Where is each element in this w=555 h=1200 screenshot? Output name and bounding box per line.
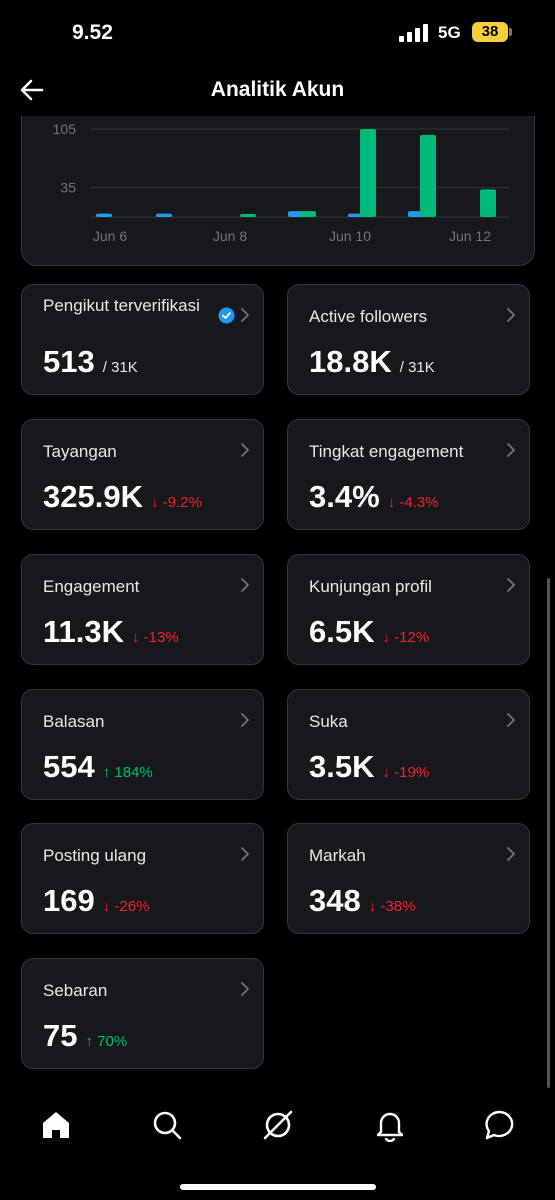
scrollbar[interactable]: [547, 578, 550, 1088]
metric-value-row: 169 ↓ -26%: [43, 884, 149, 924]
x-tick-label: Jun 8: [213, 228, 247, 244]
notifications-icon[interactable]: [373, 1108, 407, 1142]
metric-card[interactable]: Suka 3.5K ↓ -19%: [287, 689, 530, 800]
metric-label: Tayangan: [43, 442, 117, 461]
metric-value: 554: [43, 749, 95, 784]
network-type: 5G: [438, 23, 461, 42]
bar-green: [480, 189, 496, 217]
metric-card[interactable]: Pengikut terverifikasi 513 / 31K: [21, 284, 264, 395]
x-tick-label: Jun 6: [93, 228, 127, 244]
metric-change: ↓ -26%: [102, 898, 150, 915]
chevron-right-icon: [507, 443, 515, 457]
y-tick-label: 105: [53, 121, 77, 137]
metric-change: ↓ -4.3%: [387, 494, 439, 511]
metric-total: / 31K: [102, 359, 138, 376]
metric-change: ↑ 184%: [102, 764, 153, 781]
x-tick-label: Jun 10: [329, 228, 371, 244]
bar-green: [420, 134, 436, 217]
metric-value: 3.4%: [309, 479, 380, 514]
bar-green: [240, 214, 256, 217]
battery-cap: [509, 28, 512, 36]
chart-viewport: 105 35 Jun 6 Jun 8 Jun 10 Jun 12: [0, 116, 555, 266]
metric-value-row: 554 ↑ 184%: [43, 750, 153, 790]
metric-value: 11.3K: [43, 614, 125, 649]
messages-icon[interactable]: [483, 1108, 517, 1142]
chevron-right-icon: [241, 847, 249, 861]
metric-card[interactable]: Kunjungan profil 6.5K ↓ -12%: [287, 554, 530, 665]
chevron-right-icon: [241, 713, 249, 727]
signal-icon: [399, 24, 428, 42]
metric-value: 169: [43, 883, 95, 918]
metric-label: Balasan: [43, 712, 105, 731]
metric-card[interactable]: Sebaran 75 ↑ 70%: [21, 958, 264, 1069]
home-indicator: [180, 1184, 376, 1190]
metric-value-row: 325.9K ↓ -9.2%: [43, 480, 202, 520]
chart-card: 105 35 Jun 6 Jun 8 Jun 10 Jun 12: [21, 116, 535, 266]
metric-card[interactable]: Posting ulang 169 ↓ -26%: [21, 823, 264, 934]
metric-card[interactable]: Engagement 11.3K ↓ -13%: [21, 554, 264, 665]
metric-card[interactable]: Markah 348 ↓ -38%: [287, 823, 530, 934]
bar-green: [360, 129, 376, 217]
chevron-right-icon: [241, 982, 249, 996]
metric-card[interactable]: Active followers 18.8K / 31K: [287, 284, 530, 395]
metric-label: Markah: [309, 846, 366, 865]
metric-card[interactable]: Tayangan 325.9K ↓ -9.2%: [21, 419, 264, 530]
chevron-right-icon: [241, 443, 249, 457]
y-tick-label: 35: [60, 180, 76, 196]
metric-value-row: 3.4% ↓ -4.3%: [309, 480, 439, 520]
chevron-right-icon: [507, 847, 515, 861]
metric-value: 513: [43, 344, 95, 379]
metric-label: Active followers: [309, 307, 428, 326]
metric-label: Kunjungan profil: [309, 577, 432, 596]
verified-badge-icon: [218, 307, 235, 324]
metric-change: ↑ 70%: [85, 1033, 128, 1050]
metric-label: Sebaran: [43, 981, 108, 1000]
metric-card[interactable]: Tingkat engagement 3.4% ↓ -4.3%: [287, 419, 530, 530]
status-bar: 9.52 5G 38: [0, 0, 555, 66]
metric-value-row: 513 / 31K: [43, 345, 138, 385]
metric-change: ↓ -19%: [382, 764, 430, 781]
metric-value-row: 75 ↑ 70%: [43, 1019, 127, 1059]
bottom-nav: [0, 1095, 555, 1155]
app-header: Analitik Akun: [0, 66, 555, 114]
chevron-right-icon: [241, 308, 249, 322]
bar-blue: [156, 213, 172, 217]
metric-label: Tingkat engagement: [309, 442, 464, 461]
chevron-right-icon: [241, 578, 249, 592]
bar-green: [300, 211, 316, 217]
bar-chart: 105 35 Jun 6 Jun 8 Jun 10 Jun 12: [53, 121, 510, 244]
metric-label: Suka: [309, 712, 348, 731]
metric-card[interactable]: Balasan 554 ↑ 184%: [21, 689, 264, 800]
metric-change: ↓ -9.2%: [150, 494, 202, 511]
chevron-right-icon: [507, 578, 515, 592]
metric-label: Pengikut terverifikasi: [43, 296, 200, 315]
grok-icon[interactable]: [261, 1108, 295, 1142]
metric-value: 325.9K: [43, 479, 143, 514]
battery-icon: 38: [472, 22, 508, 42]
metric-value-row: 3.5K ↓ -19%: [309, 750, 429, 790]
home-icon[interactable]: [39, 1108, 73, 1142]
metric-value: 75: [43, 1018, 78, 1053]
status-time: 9.52: [72, 21, 113, 44]
chevron-right-icon: [507, 308, 515, 322]
metric-total: / 31K: [399, 359, 435, 376]
metric-change: ↓ -12%: [382, 629, 430, 646]
metric-change: ↓ -38%: [368, 898, 416, 915]
search-icon[interactable]: [150, 1108, 184, 1142]
metric-value: 348: [309, 883, 361, 918]
metric-value-row: 6.5K ↓ -12%: [309, 615, 429, 655]
metric-change: ↓ -13%: [132, 629, 179, 646]
metric-value: 3.5K: [309, 749, 375, 784]
metric-value: 18.8K: [309, 344, 392, 379]
metric-value-row: 348 ↓ -38%: [309, 884, 415, 924]
chevron-right-icon: [507, 713, 515, 727]
metric-value: 6.5K: [309, 614, 375, 649]
metric-label: Posting ulang: [43, 846, 147, 865]
x-tick-label: Jun 12: [449, 228, 491, 244]
bar-blue: [96, 213, 112, 217]
page-title: Analitik Akun: [210, 78, 345, 101]
metric-value-row: 11.3K ↓ -13%: [43, 615, 179, 655]
metric-label: Engagement: [43, 577, 140, 596]
metric-value-row: 18.8K / 31K: [309, 345, 435, 385]
